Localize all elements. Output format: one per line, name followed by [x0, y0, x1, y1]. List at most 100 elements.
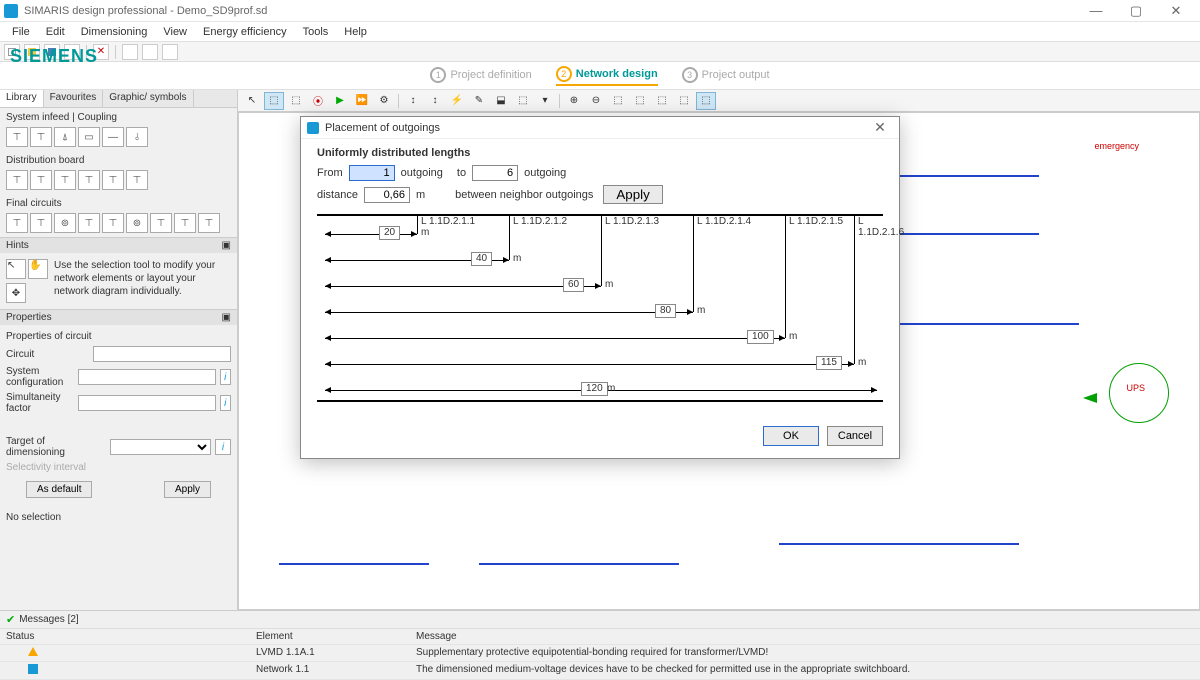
- symbol-icon[interactable]: ⊤: [102, 213, 124, 233]
- distance-value[interactable]: 100: [747, 330, 774, 344]
- symbol-icon[interactable]: ⊤: [198, 213, 220, 233]
- tool-icon[interactable]: ⬚: [286, 92, 306, 110]
- col-element: Element: [250, 629, 410, 645]
- element-cell[interactable]: Network 1.1: [250, 662, 410, 680]
- symbol-icon[interactable]: ⫰: [126, 127, 148, 147]
- prop-input-sysconfig[interactable]: [78, 369, 216, 385]
- info-icon[interactable]: i: [220, 369, 231, 385]
- tool-icon[interactable]: ⬓: [491, 92, 511, 110]
- as-default-button[interactable]: As default: [26, 481, 92, 498]
- distance-value[interactable]: 20: [379, 226, 400, 240]
- status-cell: [0, 662, 250, 680]
- symbol-icon[interactable]: ⊤: [30, 213, 52, 233]
- menu-help[interactable]: Help: [336, 24, 375, 40]
- dialog-titlebar[interactable]: Placement of outgoings ✕: [301, 117, 899, 139]
- prop-input-simfactor[interactable]: [78, 395, 216, 411]
- symbol-icon[interactable]: ⊤: [102, 170, 124, 190]
- symbol-icon[interactable]: ⊤: [6, 127, 28, 147]
- from-label: From: [317, 167, 343, 179]
- ok-button[interactable]: OK: [763, 426, 819, 446]
- maximize-button[interactable]: ▢: [1116, 0, 1156, 22]
- step-network-design[interactable]: 2 Network design: [556, 66, 658, 86]
- collapse-icon[interactable]: ▣: [222, 312, 231, 323]
- symbol-icon[interactable]: ⊤: [6, 170, 28, 190]
- play-icon[interactable]: ▶: [330, 92, 350, 110]
- total-distance-value[interactable]: 120: [581, 382, 608, 396]
- collapse-icon[interactable]: ▣: [222, 240, 231, 251]
- distance-value[interactable]: 115: [816, 356, 842, 370]
- tool-icon[interactable]: ⚡: [447, 92, 467, 110]
- distance-value[interactable]: 40: [471, 252, 492, 266]
- prop-select-target[interactable]: [110, 439, 211, 455]
- tab-graphic-symbols[interactable]: Graphic/ symbols: [103, 90, 193, 107]
- stop-icon[interactable]: ⦿: [308, 92, 328, 110]
- properties-title: Properties: [6, 312, 52, 323]
- from-input[interactable]: [349, 165, 395, 181]
- menu-dimensioning[interactable]: Dimensioning: [73, 24, 156, 40]
- symbol-icon[interactable]: ⊤: [30, 170, 52, 190]
- apply-button[interactable]: Apply: [164, 481, 211, 498]
- prop-label-target: Target of dimensioning: [6, 436, 106, 458]
- tool-icon[interactable]: ⬚: [608, 92, 628, 110]
- unit-m: m: [416, 189, 425, 201]
- symbol-icon[interactable]: ⊤: [174, 213, 196, 233]
- info-icon[interactable]: i: [215, 439, 231, 455]
- prop-input-circuit[interactable]: [93, 346, 231, 362]
- select-tool-icon[interactable]: ↖: [6, 259, 26, 279]
- step-project-output[interactable]: 3 Project output: [682, 67, 770, 85]
- hand-tool-icon[interactable]: ✋: [28, 259, 48, 279]
- symbol-icon[interactable]: ⊤: [126, 170, 148, 190]
- dialog-close-button[interactable]: ✕: [867, 119, 893, 136]
- properties-pane: Properties▣ Properties of circuit Circui…: [0, 309, 237, 610]
- zoom-out-icon[interactable]: ⊖: [586, 92, 606, 110]
- tool-icon[interactable]: ↖: [242, 92, 262, 110]
- symbol-icon[interactable]: ⊤: [6, 213, 28, 233]
- tool-icon[interactable]: ⬚: [630, 92, 650, 110]
- dialog-title: Placement of outgoings: [325, 122, 867, 134]
- tool-icon[interactable]: ⬚: [696, 92, 716, 110]
- tool-icon[interactable]: ⬚: [674, 92, 694, 110]
- tool-icon[interactable]: ⬚: [264, 92, 284, 110]
- cancel-button[interactable]: Cancel: [827, 426, 883, 446]
- menu-edit[interactable]: Edit: [38, 24, 73, 40]
- symbol-icon[interactable]: ⊚: [126, 213, 148, 233]
- symbol-icon[interactable]: —: [102, 127, 124, 147]
- paste-icon[interactable]: [162, 44, 178, 60]
- step-project-definition[interactable]: 1 Project definition: [430, 67, 531, 85]
- tool-icon[interactable]: ⬚: [513, 92, 533, 110]
- tool-icon[interactable]: ▾: [535, 92, 555, 110]
- tool-icon[interactable]: ⬚: [652, 92, 672, 110]
- menu-energy[interactable]: Energy efficiency: [195, 24, 295, 40]
- dialog-apply-button[interactable]: Apply: [603, 185, 662, 204]
- menu-view[interactable]: View: [155, 24, 195, 40]
- element-cell[interactable]: LVMD 1.1A.1: [250, 645, 410, 662]
- tool-icon[interactable]: ✎: [469, 92, 489, 110]
- menu-tools[interactable]: Tools: [295, 24, 337, 40]
- to-input[interactable]: [472, 165, 518, 181]
- tool-icon[interactable]: ↕: [403, 92, 423, 110]
- symbol-icon[interactable]: ⊚: [54, 213, 76, 233]
- symbol-icon[interactable]: ⍋: [54, 127, 76, 147]
- close-button[interactable]: ✕: [1156, 0, 1196, 22]
- distance-value[interactable]: 60: [563, 278, 584, 292]
- distance-input[interactable]: [364, 187, 410, 203]
- tool-icon[interactable]: ↕: [425, 92, 445, 110]
- tab-favourites[interactable]: Favourites: [44, 90, 104, 107]
- distance-value[interactable]: 80: [655, 304, 676, 318]
- info-icon[interactable]: i: [220, 395, 231, 411]
- symbol-icon[interactable]: ⊤: [78, 170, 100, 190]
- zoom-in-icon[interactable]: ⊕: [564, 92, 584, 110]
- copy-icon[interactable]: [142, 44, 158, 60]
- minimize-button[interactable]: —: [1076, 0, 1116, 22]
- tab-library[interactable]: Library: [0, 90, 44, 107]
- tool-icon[interactable]: ⚙: [374, 92, 394, 110]
- menu-file[interactable]: File: [4, 24, 38, 40]
- move-tool-icon[interactable]: ✥: [6, 283, 26, 303]
- symbol-icon[interactable]: ⊤: [150, 213, 172, 233]
- symbol-icon[interactable]: ⊤: [78, 213, 100, 233]
- symbol-icon[interactable]: ⊤: [54, 170, 76, 190]
- symbol-icon[interactable]: ▭: [78, 127, 100, 147]
- print-icon[interactable]: [122, 44, 138, 60]
- play-all-icon[interactable]: ⏩: [352, 92, 372, 110]
- symbol-icon[interactable]: ⊤: [30, 127, 52, 147]
